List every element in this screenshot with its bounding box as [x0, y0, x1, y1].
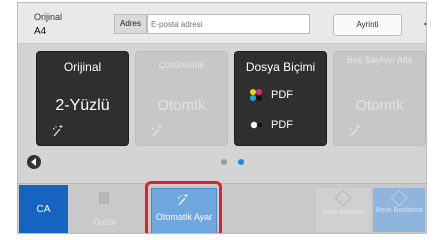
scan-panel: Orijinal A4 Adres Ayrinti Orijinal 2-Yüz…	[17, 2, 427, 234]
tile-original-value: 2-Yüzlü	[55, 97, 110, 114]
tile-skip-blank-page: Boş Sayfayı Atla Otomtk	[333, 51, 426, 146]
side-panel-arrow-icon[interactable]	[424, 18, 426, 30]
start-icon	[334, 189, 352, 207]
tile-original-title: Orijinal	[63, 60, 102, 74]
settings-wand-icon	[349, 125, 360, 137]
bottom-action-bar: CA Önizle Otomatik Ayar Siyah Başlatma R…	[18, 183, 426, 233]
top-bar: Orijinal A4 Adres Ayrinti	[18, 3, 426, 44]
bw-start-label: Siyah Başlatma	[322, 210, 365, 216]
color-dots-icon	[250, 89, 262, 101]
original-label: Orijinal	[34, 12, 63, 22]
tile-file-format-title: Dosya Biçimi	[245, 60, 316, 74]
address-button[interactable]: Adres	[114, 14, 147, 34]
settings-wand-icon	[151, 125, 162, 137]
tile-original[interactable]: Orijinal 2-Yüzlü	[36, 51, 129, 146]
preview-icon	[99, 192, 109, 204]
previous-page-arrow-icon[interactable]	[27, 155, 41, 169]
details-button[interactable]: Ayrinti	[333, 14, 402, 36]
color-start-button: Renk Başlatma	[373, 188, 425, 232]
start-icon	[390, 189, 408, 207]
page-indicator-dot[interactable]	[221, 159, 227, 165]
tile-resolution-title: Çözünürlük	[158, 60, 205, 70]
tile-file-format[interactable]: Dosya Biçimi PDF PDF	[234, 51, 327, 146]
email-address-input[interactable]	[147, 14, 310, 34]
color-start-label: Renk Başlatma	[375, 207, 423, 214]
tile-skip-blank-title: Boş Sayfayı Atla	[346, 55, 413, 65]
format-row-mono: PDF	[249, 118, 319, 132]
bw-start-button: Siyah Başlatma	[316, 188, 371, 232]
format-row-color: PDF	[249, 88, 319, 102]
page-indicator-dot-active[interactable]	[238, 159, 244, 165]
tile-resolution: Çözünürlük Otomtk	[135, 51, 228, 146]
original-value: A4	[34, 26, 47, 37]
tile-skip-blank-value: Otomtk	[355, 97, 404, 114]
mono-dots-icon	[250, 121, 263, 129]
format-label-color: PDF	[271, 89, 293, 101]
tile-resolution-value: Otomtk	[157, 97, 206, 114]
callout-highlight-frame	[145, 181, 222, 233]
ca-button[interactable]: CA	[19, 185, 68, 233]
preview-button: Önizle	[80, 188, 130, 232]
settings-wand-icon	[52, 125, 63, 137]
preview-label: Önizle	[93, 218, 117, 227]
format-label-mono: PDF	[271, 119, 293, 131]
